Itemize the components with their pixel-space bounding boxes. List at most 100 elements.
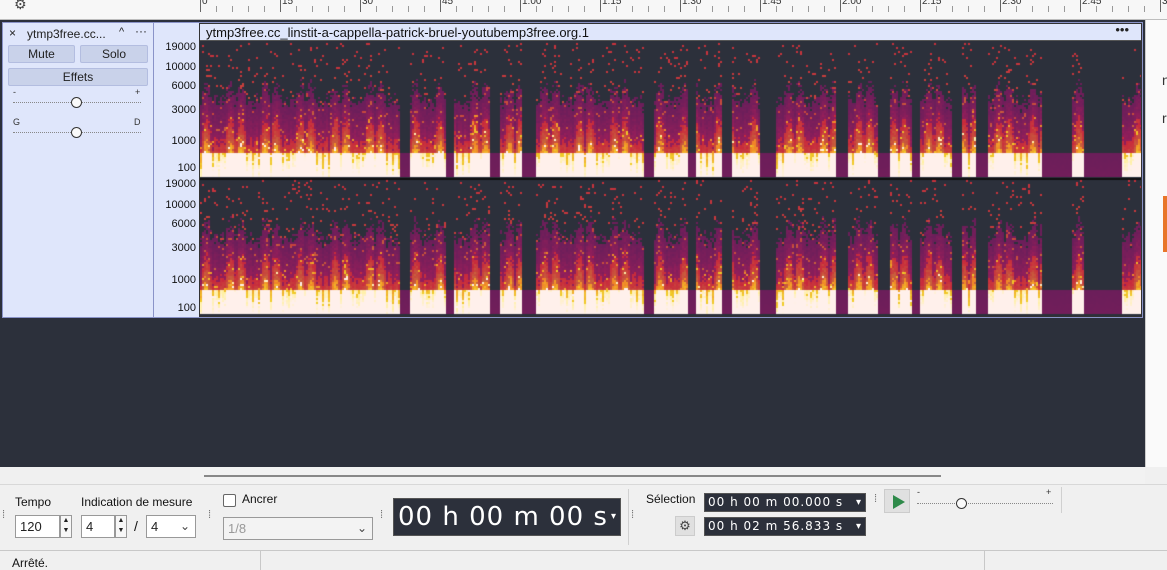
collapse-track-icon[interactable]: ^: [119, 26, 124, 38]
selection-settings-gear-icon[interactable]: ⚙: [675, 516, 695, 536]
ruler-tick-label: 2:00: [842, 0, 862, 7]
ruler-minor-tick: [872, 6, 873, 12]
toolbar-grip-handle[interactable]: ⁞: [2, 509, 5, 521]
time-signature-numerator-stepper[interactable]: ▲ ▼: [115, 515, 127, 538]
clip-menu-icon[interactable]: •••: [1115, 22, 1129, 37]
ruler-minor-tick: [344, 6, 345, 12]
ruler-major-tick: [360, 0, 361, 12]
time-signature-numerator-input[interactable]: 4: [81, 515, 115, 538]
bottom-toolbar: ⁞ Tempo 120 ▲ ▼ Indication de mesure 4 ▲ ▼…: [0, 484, 1167, 550]
time-display-value: 00 h 00 m 00 s: [398, 502, 608, 532]
tempo-stepper[interactable]: ▲ ▼: [60, 515, 72, 538]
tracks-workspace[interactable]: × ytmp3free.cc... ^ ··· Mute Solo Effets…: [0, 20, 1145, 467]
audio-clip[interactable]: ytmp3free.cc_linstit-a-cappella-patrick-…: [199, 22, 1142, 317]
freq-label: 10000: [165, 199, 196, 211]
pan-left-label: G: [13, 117, 21, 127]
selection-end-time[interactable]: 00 h 02 m 56.833 s ▾: [704, 517, 866, 536]
ruler-minor-tick: [1048, 6, 1049, 12]
ruler-tick-label: 45: [442, 0, 454, 7]
timeline-ruler[interactable]: ⚙ 0 15 30 45 1:00 1:15 1:30 1:45 2:00 2:15 2:30 2:4…: [0, 0, 1167, 20]
freq-label: 3000: [171, 104, 196, 116]
ruler-tick-label: 1:00: [522, 0, 542, 7]
playback-speed-slider-knob[interactable]: [956, 498, 967, 509]
toolbar-grip-handle[interactable]: ⁞: [380, 509, 383, 521]
time-signature-denominator-select[interactable]: 4 ⌄: [146, 515, 196, 538]
speed-plus-label: +: [1046, 487, 1052, 497]
ruler-minor-tick: [616, 6, 617, 12]
ruler-minor-tick: [856, 6, 857, 12]
ruler-minor-tick: [408, 6, 409, 12]
ruler-minor-tick: [424, 6, 425, 12]
ruler-minor-tick: [1032, 6, 1033, 12]
snap-value: 1/8: [228, 521, 247, 536]
ruler-major-tick: [440, 0, 441, 12]
audio-track[interactable]: × ytmp3free.cc... ^ ··· Mute Solo Effets…: [2, 22, 1143, 318]
ruler-minor-tick: [968, 6, 969, 12]
snap-label: Ancrer: [242, 492, 278, 506]
effects-button[interactable]: Effets: [8, 68, 148, 86]
mute-button[interactable]: Mute: [8, 45, 75, 63]
snap-checkbox[interactable]: [223, 494, 236, 507]
horizontal-scrollbar[interactable]: [190, 467, 1145, 484]
ruler-settings-gear-icon[interactable]: ⚙: [14, 0, 30, 12]
spectrogram-view[interactable]: [200, 41, 1141, 316]
ruler-tick-area: 0 15 30 45 1:00 1:15 1:30 1:45 2:00 2:15 2:30 2:45 3…: [200, 0, 1167, 20]
clip-name[interactable]: ytmp3free.cc_linstit-a-cappella-patrick-…: [206, 25, 589, 40]
ruler-minor-tick: [824, 6, 825, 12]
speed-minus-label: -: [917, 487, 920, 497]
snap-select[interactable]: 1/8 ⌄: [223, 517, 373, 540]
ruler-minor-tick: [1064, 6, 1065, 12]
ruler-minor-tick: [696, 6, 697, 12]
ruler-minor-tick: [936, 6, 937, 12]
selection-start-time[interactable]: 00 h 00 m 00.000 s ▾: [704, 493, 866, 512]
freq-label: 1000: [171, 274, 196, 286]
ruler-minor-tick: [664, 6, 665, 12]
playback-speed-slider-track[interactable]: [917, 503, 1053, 504]
chevron-down-icon: ⌄: [179, 519, 190, 533]
freq-label: 100: [177, 162, 196, 174]
freq-label: 19000: [165, 41, 196, 53]
horizontal-scrollbar-thumb[interactable]: [204, 475, 941, 477]
time-display-menu-icon[interactable]: ▾: [611, 499, 617, 535]
toolbar-separator: [628, 489, 629, 545]
chevron-down-icon: ▾: [855, 497, 862, 508]
status-bar: Arrêté.: [0, 550, 1167, 570]
ruler-major-tick: [840, 0, 841, 12]
ruler-minor-tick: [472, 6, 473, 12]
ruler-minor-tick: [712, 6, 713, 12]
tempo-input[interactable]: 120: [15, 515, 60, 538]
ruler-minor-tick: [312, 6, 313, 12]
track-menu-icon[interactable]: ···: [135, 24, 147, 38]
toolbar-grip-handle[interactable]: ⁞: [631, 509, 634, 521]
status-text: Arrêté.: [12, 556, 49, 570]
clip-header[interactable]: ytmp3free.cc_linstit-a-cappella-patrick-…: [200, 22, 1141, 41]
right-edge-panel: n r: [1145, 20, 1167, 467]
status-separator: [984, 551, 985, 570]
ruler-major-tick: [600, 0, 601, 12]
toolbar-grip-handle[interactable]: ⁞: [208, 509, 211, 521]
ruler-minor-tick: [504, 6, 505, 12]
selection-start-value: 00 h 00 m 00.000 s: [708, 495, 844, 509]
ruler-tick-label: 1:15: [602, 0, 622, 7]
frequency-axis[interactable]: 19000 10000 6000 3000 1000 100 19000 100…: [155, 23, 198, 317]
time-display[interactable]: 00 h 00 m 00 s ▾: [393, 498, 621, 536]
ruler-major-tick: [280, 0, 281, 12]
ruler-tick-label: 1:30: [682, 0, 702, 7]
play-at-speed-button[interactable]: [884, 489, 910, 513]
ruler-minor-tick: [248, 6, 249, 12]
solo-button[interactable]: Solo: [80, 45, 148, 63]
toolbar-grip-handle[interactable]: ⁞: [874, 493, 877, 505]
ruler-major-tick: [1000, 0, 1001, 12]
ruler-minor-tick: [904, 6, 905, 12]
ruler-minor-tick: [1128, 6, 1129, 12]
ruler-minor-tick: [984, 6, 985, 12]
pan-slider-knob[interactable]: [71, 127, 82, 138]
edge-text-fragment: r: [1162, 110, 1167, 126]
freq-label: 10000: [165, 61, 196, 73]
close-track-icon[interactable]: ×: [9, 26, 16, 40]
ruler-major-tick: [520, 0, 521, 12]
track-name[interactable]: ytmp3free.cc...: [27, 27, 119, 41]
play-icon: [893, 495, 905, 509]
gain-slider-knob[interactable]: [71, 97, 82, 108]
selection-label: Sélection: [646, 492, 696, 506]
